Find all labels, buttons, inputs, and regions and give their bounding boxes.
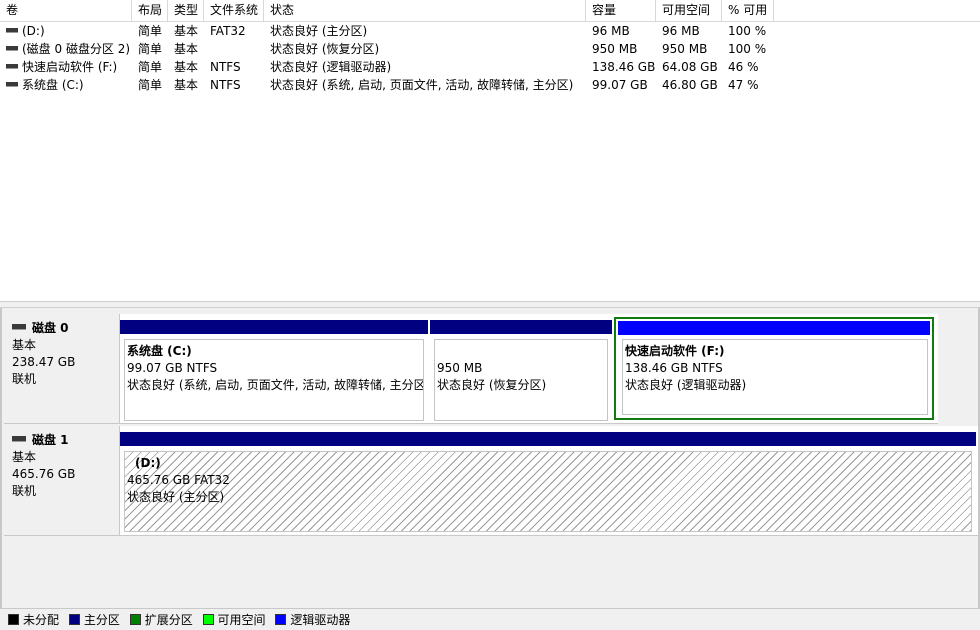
layout-cell: 简单 — [138, 60, 163, 74]
drive-icon — [6, 82, 18, 87]
legend-swatch — [202, 614, 214, 625]
primary-partition-bar — [430, 320, 612, 334]
volume-list[interactable]: 卷 布局 类型 文件系统 状态 容量 可用空间 % 可用 (D:) 简单 基本 … — [0, 0, 980, 302]
legend-free-space: 可用空间 — [202, 612, 266, 628]
free-space-cell: 950 MB — [662, 42, 708, 56]
partition-status: 状态良好 (恢复分区) — [437, 378, 547, 392]
filesystem-cell: NTFS — [210, 78, 241, 92]
status-cell: 状态良好 (系统, 启动, 页面文件, 活动, 故障转储, 主分区) — [270, 78, 574, 92]
drive-icon — [6, 46, 18, 51]
disk-size: 238.47 GB — [12, 355, 76, 369]
status-cell: 状态良好 (恢复分区) — [270, 42, 380, 56]
partition-status: 状态良好 (逻辑驱动器) — [625, 378, 747, 392]
column-header-filesystem[interactable]: 文件系统 — [204, 0, 264, 22]
disk-state: 联机 — [12, 484, 37, 498]
disk-icon — [12, 323, 26, 330]
legend-extended-partition: 扩展分区 — [129, 612, 193, 628]
disk-name: 磁盘 1 — [32, 433, 69, 447]
volume-row[interactable]: 快速启动软件 (F:) 简单 基本 NTFS 状态良好 (逻辑驱动器) 138.… — [0, 58, 980, 76]
disk-0-partitions: 系统盘 (C:) 99.07 GB NTFS 状态良好 (系统, 启动, 页面文… — [120, 314, 938, 424]
disk-size: 465.76 GB — [12, 467, 76, 481]
free-space-cell: 64.08 GB — [662, 60, 718, 74]
layout-cell: 简单 — [138, 42, 163, 56]
filesystem-cell — [204, 40, 264, 58]
partition-name — [437, 343, 607, 360]
volume-name-cell: 快速启动软件 (F:) — [0, 58, 132, 76]
legend-bar: 未分配 主分区 扩展分区 可用空间 逻辑驱动器 — [0, 608, 980, 630]
capacity-cell: 99.07 GB — [592, 78, 648, 92]
volume-name-cell: (D:) — [0, 22, 132, 40]
layout-cell: 简单 — [138, 78, 163, 92]
legend-swatch — [68, 614, 80, 625]
volume-row[interactable]: (D:) 简单 基本 FAT32 状态良好 (主分区) 96 MB 96 MB … — [0, 22, 980, 40]
legend-swatch — [275, 614, 287, 625]
partition-system-c[interactable]: 系统盘 (C:) 99.07 GB NTFS 状态良好 (系统, 启动, 页面文… — [120, 320, 428, 424]
disk-state: 联机 — [12, 372, 37, 386]
percent-free-cell: 46 % — [728, 60, 759, 74]
primary-partition-bar — [120, 320, 428, 334]
legend-unallocated: 未分配 — [8, 612, 59, 628]
free-space-cell: 96 MB — [662, 24, 700, 38]
disk-0-label[interactable]: 磁盘 0 基本 238.47 GB 联机 — [4, 314, 120, 424]
partition-recovery[interactable]: 950 MB 状态良好 (恢复分区) — [430, 320, 612, 424]
filesystem-cell: NTFS — [210, 60, 241, 74]
type-cell: 基本 — [174, 78, 199, 92]
disk-type: 基本 — [12, 450, 37, 464]
disk-type: 基本 — [12, 338, 37, 352]
disk-name: 磁盘 0 — [32, 321, 69, 335]
partition-d[interactable]: (D:) 465.76 GB FAT32 状态良好 (主分区) — [120, 432, 976, 536]
logical-drive-bar — [618, 321, 930, 335]
capacity-cell: 96 MB — [592, 24, 630, 38]
drive-icon — [6, 64, 18, 69]
disk-1-label[interactable]: 磁盘 1 基本 465.76 GB 联机 — [4, 426, 120, 536]
column-header-status[interactable]: 状态 — [264, 0, 586, 22]
type-cell: 基本 — [174, 24, 199, 38]
percent-free-cell: 47 % — [728, 78, 759, 92]
filesystem-cell: FAT32 — [210, 24, 246, 38]
legend-swatch — [8, 614, 19, 625]
percent-free-cell: 100 % — [728, 42, 767, 56]
layout-cell: 简单 — [138, 24, 163, 38]
type-cell: 基本 — [174, 42, 199, 56]
volume-name-cell: 系统盘 (C:) — [0, 76, 132, 94]
volume-row[interactable]: (磁盘 0 磁盘分区 2) 简单 基本 状态良好 (恢复分区) 950 MB 9… — [0, 40, 980, 58]
free-space-cell: 46.80 GB — [662, 78, 718, 92]
column-header-layout[interactable]: 布局 — [132, 0, 168, 22]
status-cell: 状态良好 (逻辑驱动器) — [270, 60, 392, 74]
status-cell: 状态良好 (主分区) — [270, 24, 368, 38]
column-header-type[interactable]: 类型 — [168, 0, 204, 22]
column-header-volume[interactable]: 卷 — [0, 0, 132, 22]
legend-swatch — [129, 614, 141, 625]
partition-status: 状态良好 (系统, 启动, 页面文件, 活动, 故障转储, 主分区 — [127, 378, 424, 392]
column-header-percent-free[interactable]: % 可用 — [722, 0, 774, 22]
type-cell: 基本 — [174, 60, 199, 74]
legend-logical-drive: 逻辑驱动器 — [275, 612, 350, 628]
partition-quick-start-f[interactable]: 快速启动软件 (F:) 138.46 GB NTFS 状态良好 (逻辑驱动器) — [614, 317, 934, 420]
capacity-cell: 138.46 GB — [592, 60, 656, 74]
disk-icon — [12, 435, 26, 442]
percent-free-cell: 100 % — [728, 24, 767, 38]
capacity-cell: 950 MB — [592, 42, 638, 56]
partition-size: 99.07 GB NTFS — [127, 361, 218, 375]
partition-size: 950 MB — [437, 361, 483, 375]
volume-row[interactable]: 系统盘 (C:) 简单 基本 NTFS 状态良好 (系统, 启动, 页面文件, … — [0, 76, 980, 94]
disk-graphical-view: 磁盘 0 基本 238.47 GB 联机 系统盘 (C:) 99.07 GB N… — [0, 308, 980, 608]
partition-name: (D:) — [135, 456, 161, 470]
partition-status: 状态良好 (主分区) — [127, 490, 225, 504]
primary-partition-bar — [120, 432, 976, 446]
partition-name: 系统盘 (C:) — [127, 344, 192, 358]
partition-name: 快速启动软件 (F:) — [625, 344, 725, 358]
column-header-free-space[interactable]: 可用空间 — [656, 0, 722, 22]
partition-size: 465.76 GB FAT32 — [127, 473, 230, 487]
disk-1-partitions: (D:) 465.76 GB FAT32 状态良好 (主分区) — [120, 426, 978, 536]
drive-icon — [6, 28, 18, 33]
column-header-capacity[interactable]: 容量 — [586, 0, 656, 22]
legend-primary-partition: 主分区 — [68, 612, 120, 628]
column-header-filler — [774, 0, 980, 22]
volume-name-cell: (磁盘 0 磁盘分区 2) — [0, 40, 132, 58]
partition-size: 138.46 GB NTFS — [625, 361, 723, 375]
